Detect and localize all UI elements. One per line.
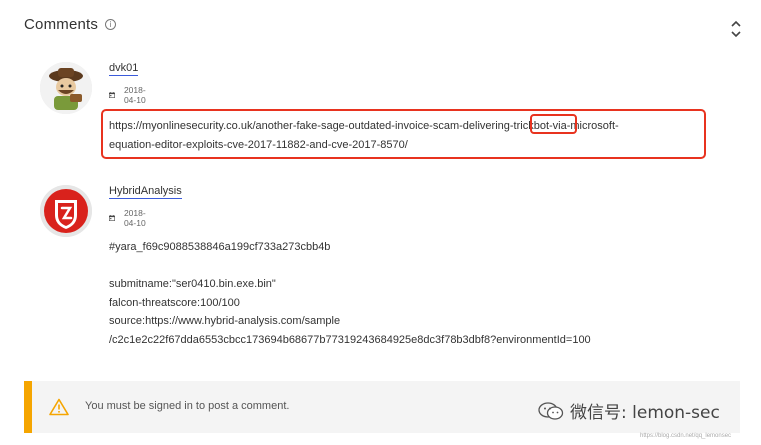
comment-author[interactable]: HybridAnalysis bbox=[109, 185, 182, 199]
avatar[interactable] bbox=[40, 185, 92, 237]
comment-line: #yara_f69c9088538846a199cf733a273cbb4b bbox=[109, 241, 331, 253]
comment-line: submitname:"ser0410.bin.exe.bin" bbox=[109, 278, 276, 290]
comment-author[interactable]: dvk01 bbox=[109, 62, 139, 76]
comment-line bbox=[109, 257, 591, 276]
comment-date-text: 2018-04-10 bbox=[123, 208, 146, 228]
chevron-collapse-icon[interactable] bbox=[726, 18, 746, 40]
wechat-watermark: 微信号: lemon-sec bbox=[538, 398, 720, 423]
hybrid-analysis-logo bbox=[40, 185, 92, 237]
comments-title: Comments bbox=[24, 16, 99, 33]
comment-line[interactable]: source:https://www.hybrid-analysis.com/s… bbox=[109, 312, 591, 331]
comment-date-text: 2018-04-10 bbox=[123, 85, 146, 105]
warning-icon bbox=[49, 398, 69, 416]
annotation-highlight-box bbox=[101, 109, 706, 159]
wechat-icon bbox=[538, 401, 564, 420]
watermark-url: https://blog.csdn.net/qq_lemonsec bbox=[640, 433, 732, 439]
calendar-icon bbox=[109, 92, 115, 98]
avatar[interactable] bbox=[40, 62, 92, 114]
annotation-trickbot-box bbox=[530, 114, 577, 134]
calendar-icon bbox=[109, 215, 115, 221]
comment-date: 2018-04-10 bbox=[109, 208, 150, 228]
notice-accent-bar bbox=[24, 381, 32, 433]
watermark-text: 微信号: lemon-sec bbox=[570, 403, 720, 423]
comment-line: falcon-threatscore:100/100 bbox=[109, 296, 240, 309]
comments-header: Comments i bbox=[24, 16, 117, 33]
info-icon[interactable]: i bbox=[105, 19, 117, 30]
cartoon-avatar bbox=[40, 62, 92, 114]
comment-date: 2018-04-10 bbox=[109, 85, 150, 105]
signin-notice-text: You must be signed in to post a comment. bbox=[85, 400, 290, 412]
comment-line[interactable]: /c2c1e2c22f67dda6553cbcc173694b68677b773… bbox=[109, 331, 591, 350]
comment-body: #yara_f69c9088538846a199cf733a273cbb4b s… bbox=[109, 238, 591, 349]
